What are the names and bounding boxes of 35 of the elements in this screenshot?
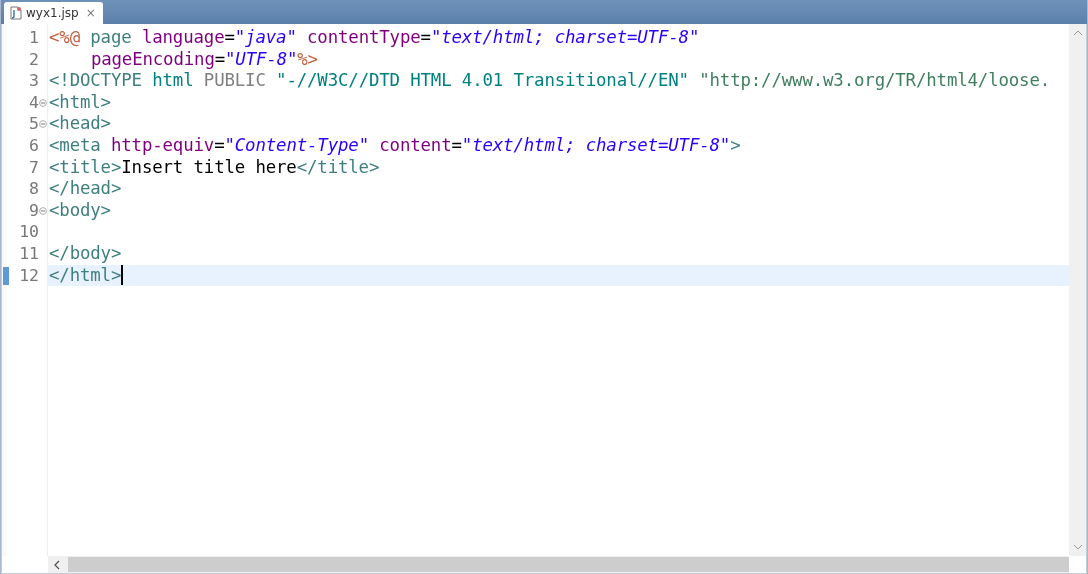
code-line: <meta http-equiv="Content-Type" content="text/html; charset=UTF-8">: [49, 134, 741, 157]
scroll-down-icon[interactable]: [1072, 544, 1083, 550]
close-icon[interactable]: ×: [85, 6, 96, 20]
text-cursor: [121, 265, 124, 286]
line-number: 7: [29, 156, 39, 179]
scroll-up-icon[interactable]: [1072, 30, 1083, 36]
line-number: 5: [29, 113, 39, 135]
fold-icon[interactable]: [39, 206, 47, 215]
code-line: </head>: [49, 178, 122, 200]
line-number: 2: [29, 48, 39, 71]
line-number: 12: [19, 264, 39, 287]
code-line: </body>: [49, 242, 122, 265]
line-number: 6: [29, 134, 39, 157]
file-icon: [10, 6, 22, 20]
line-number: 11: [19, 242, 39, 265]
code-line: <%@ page language="java" contentType="text/html; charset=UTF-8": [49, 27, 700, 49]
tab-title: wyx1.jsp: [26, 6, 79, 20]
code-line: <head>: [49, 113, 111, 135]
code-line: <title>Insert title here</title>: [49, 156, 380, 179]
editor-tab[interactable]: wyx1.jsp ×: [4, 2, 103, 24]
code-line: <html>: [49, 91, 111, 114]
fold-icon[interactable]: [39, 98, 47, 107]
line-number: 4: [29, 91, 39, 114]
line-number: 8: [29, 178, 39, 200]
code-line: <body>: [49, 199, 111, 222]
code-line: <!DOCTYPE html PUBLIC "-//W3C//DTD HTML 4.01 Transitional//EN" "http://www.w3.org/TR/html4/loose.: [49, 70, 1051, 92]
scroll-left-icon[interactable]: [54, 559, 60, 570]
vertical-scrollbar[interactable]: [1069, 24, 1086, 556]
code-line: pageEncoding="UTF-8"%>: [89, 48, 318, 71]
line-number: 10: [19, 221, 39, 243]
line-number: 9: [29, 199, 39, 222]
line-number: 1: [29, 27, 39, 49]
line-number: 3: [29, 70, 39, 92]
fold-icon[interactable]: [39, 120, 47, 129]
code-line: </html>: [49, 264, 122, 287]
